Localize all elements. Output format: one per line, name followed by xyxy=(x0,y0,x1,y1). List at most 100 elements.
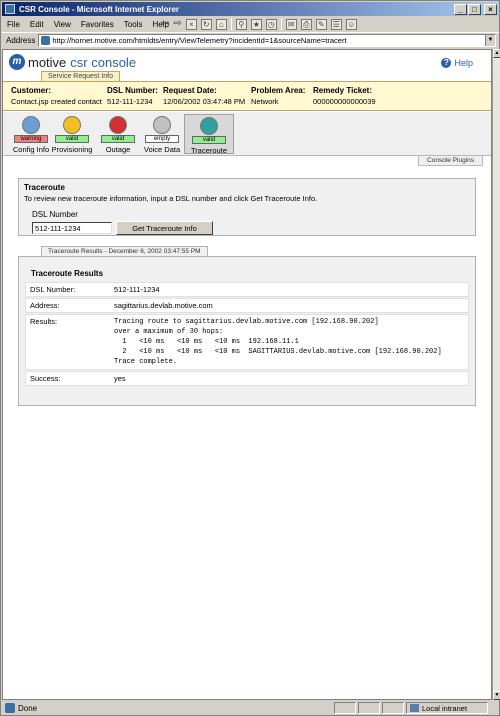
security-zone: Local intranet xyxy=(406,702,488,714)
plugin-outage[interactable]: valid Outage xyxy=(93,114,143,154)
results-key: Address: xyxy=(30,301,60,310)
results-row: DSL Number: 512-111-1234 xyxy=(25,282,469,297)
config-info-icon xyxy=(22,116,40,134)
info-value: 512-111-1234 xyxy=(107,97,153,106)
status-bar: Done Local intranet xyxy=(2,701,499,715)
toolbar-separator xyxy=(280,18,282,30)
back-icon[interactable]: ⇦ xyxy=(161,18,169,30)
info-label: Customer: xyxy=(11,86,52,95)
chevron-down-icon[interactable]: ▼ xyxy=(485,35,495,46)
results-row: Results: Tracing route to sagittarius.de… xyxy=(25,314,469,370)
address-label: Address xyxy=(6,36,36,45)
dsl-row: Get Traceroute Info xyxy=(32,221,470,235)
status-badge: valid xyxy=(192,136,226,144)
service-request-tab: Service Request Info xyxy=(41,71,120,81)
title-bar: CSR Console - Microsoft Internet Explore… xyxy=(2,2,499,16)
status-badge: empty xyxy=(145,135,179,143)
info-label: DSL Number: xyxy=(107,86,158,95)
results-value: yes xyxy=(114,374,126,383)
voice-data-icon xyxy=(153,116,171,134)
info-value: Contact.jsp created contact xyxy=(11,97,102,106)
info-label: Problem Area: xyxy=(251,86,306,95)
menu-favorites[interactable]: Favorites xyxy=(76,20,119,29)
results-key: Results: xyxy=(30,317,58,326)
forward-icon[interactable]: ⇨ xyxy=(173,18,181,30)
traceroute-title: Traceroute xyxy=(24,183,65,192)
info-value: 12/06/2002 03:47:48 PM xyxy=(163,97,246,106)
info-customer: Customer: Contact.jsp created contact xyxy=(11,86,102,106)
provisioning-icon xyxy=(63,116,81,134)
traceroute-icon xyxy=(200,117,218,135)
results-row: Address: sagittarius.devlab.motive.com xyxy=(25,298,469,313)
edit-icon[interactable]: ✎ xyxy=(315,18,327,30)
address-field[interactable]: http://hornet.motive.com/htmldts/entry/V… xyxy=(38,34,496,47)
plugin-label: Traceroute xyxy=(191,146,227,155)
info-problem-area: Problem Area: Network xyxy=(251,86,305,106)
traceroute-panel: Traceroute To review new traceroute info… xyxy=(18,178,476,236)
motive-logo-icon: m xyxy=(9,54,25,70)
menu-edit[interactable]: Edit xyxy=(25,20,49,29)
help-label: Help xyxy=(454,58,473,68)
zone-label: Local intranet xyxy=(422,703,468,713)
get-traceroute-info-button[interactable]: Get Traceroute Info xyxy=(116,221,213,235)
messenger-icon[interactable]: ☺ xyxy=(345,18,357,30)
traceroute-results-panel: Traceroute Results DSL Number: 512-111-1… xyxy=(18,256,476,406)
refresh-icon[interactable]: ↻ xyxy=(200,18,212,30)
dsl-number-input[interactable] xyxy=(32,222,112,234)
dsl-number-label: DSL Number xyxy=(32,210,78,219)
browser-window: CSR Console - Microsoft Internet Explore… xyxy=(0,0,500,716)
scroll-up-icon[interactable]: ▲ xyxy=(493,49,500,58)
results-value: 512-111-1234 xyxy=(114,285,160,294)
info-remedy-ticket: Remedy Ticket: 000000000000039 xyxy=(313,86,376,106)
plugin-label: Provisioning xyxy=(51,145,93,154)
mail-icon[interactable]: ✉ xyxy=(285,18,297,30)
status-badge: valid xyxy=(55,135,89,143)
results-key: Success: xyxy=(30,374,61,383)
results-output: Tracing route to sagittarius.devlab.moti… xyxy=(114,318,442,366)
browser-toolbar: ⇦ ⇨ × ↻ ⌂ ⚲ ★ ◷ ✉ ⎙ ✎ ☰ ☺ xyxy=(161,17,357,31)
toolbar-separator xyxy=(230,18,232,30)
favorites-icon[interactable]: ★ xyxy=(250,18,262,30)
status-cell xyxy=(382,702,404,714)
brand-product: csr console xyxy=(70,54,137,70)
info-label: Request Date: xyxy=(163,86,217,95)
status-cell xyxy=(334,702,356,714)
page-done-icon xyxy=(5,703,15,713)
traceroute-description: To review new traceroute information, in… xyxy=(24,194,318,203)
search-icon[interactable]: ⚲ xyxy=(235,18,247,30)
results-row: Success: yes xyxy=(25,371,469,386)
print-icon[interactable]: ⎙ xyxy=(300,18,312,30)
menu-tools[interactable]: Tools xyxy=(119,20,148,29)
status-text: Done xyxy=(18,703,38,713)
help-link[interactable]: ? Help xyxy=(441,58,473,68)
stop-icon[interactable]: × xyxy=(185,18,197,30)
minimize-button[interactable]: _ xyxy=(454,3,467,15)
plugin-bar: warning Config Info valid Provisioning v… xyxy=(3,112,491,156)
history-icon[interactable]: ◷ xyxy=(265,18,277,30)
plugin-traceroute[interactable]: valid Traceroute xyxy=(184,114,234,155)
console-plugins-tab[interactable]: Console Plugins xyxy=(418,156,483,166)
address-bar: Address http://hornet.motive.com/htmldts… xyxy=(2,32,499,48)
maximize-button[interactable]: □ xyxy=(468,3,481,15)
plugin-provisioning[interactable]: valid Provisioning xyxy=(47,114,97,154)
menu-file[interactable]: File xyxy=(2,20,25,29)
resize-grip-icon[interactable] xyxy=(490,704,499,713)
info-value: 000000000000039 xyxy=(313,97,376,106)
close-button[interactable]: × xyxy=(484,3,497,15)
plugin-label: Voice Data xyxy=(143,145,181,154)
info-dsl-number: DSL Number: 512-111-1234 xyxy=(107,86,158,106)
menu-view[interactable]: View xyxy=(49,20,76,29)
page-icon xyxy=(41,36,51,45)
info-value: Network xyxy=(251,97,279,106)
home-icon[interactable]: ⌂ xyxy=(215,18,227,30)
vertical-scrollbar[interactable]: ▲ ▼ xyxy=(492,49,500,700)
info-request-date: Request Date: 12/06/2002 03:47:48 PM xyxy=(163,86,245,106)
outage-icon xyxy=(109,116,127,134)
discuss-icon[interactable]: ☰ xyxy=(330,18,342,30)
ie-icon xyxy=(5,4,15,14)
help-icon: ? xyxy=(441,58,452,68)
plugin-voice-data[interactable]: empty Voice Data xyxy=(137,114,187,154)
address-url[interactable]: http://hornet.motive.com/htmldts/entry/V… xyxy=(52,36,485,45)
scroll-down-icon[interactable]: ▼ xyxy=(493,691,500,700)
plugin-label: Outage xyxy=(105,145,131,154)
